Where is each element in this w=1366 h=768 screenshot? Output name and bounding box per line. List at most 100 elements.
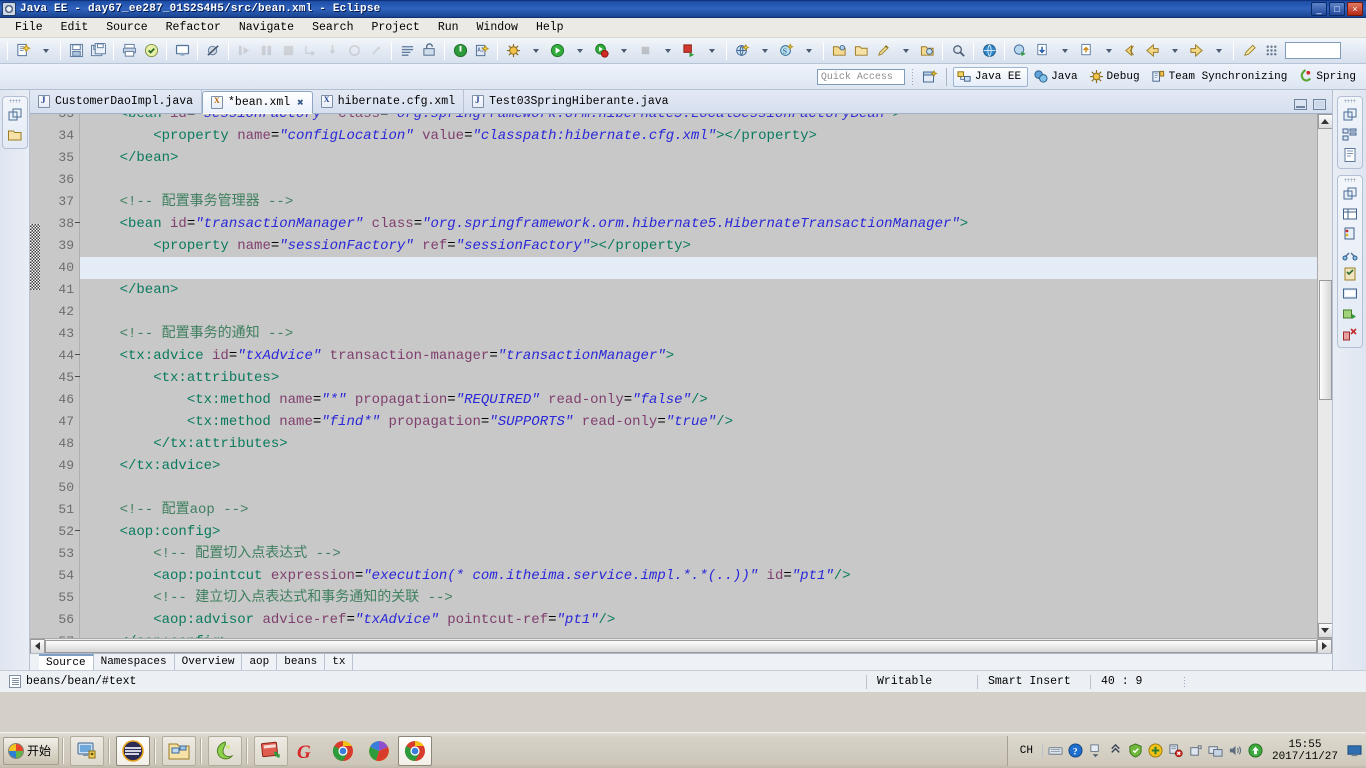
new-spring-dropdown[interactable] (798, 41, 818, 61)
back-dropdown[interactable] (1164, 41, 1184, 61)
taskbar-app-chrome-2[interactable] (398, 735, 433, 766)
run-server-button[interactable] (450, 41, 470, 61)
editor-horizontal-scrollbar[interactable] (30, 638, 1332, 654)
ime-indicator[interactable]: CH (1016, 745, 1037, 757)
taskbar-clock[interactable]: 15:55 2017/11/27 (1268, 739, 1342, 763)
code-line[interactable]: <!-- 配置切入点表达式 --> (86, 543, 1317, 565)
code-line[interactable]: <tx:method name="find*" propagation="SUP… (86, 411, 1317, 433)
code-line[interactable]: <!-- 配置事务的通知 --> (86, 323, 1317, 345)
right-minimized-stack-bottom[interactable] (1336, 175, 1363, 348)
drop-to-frame-button[interactable] (344, 41, 364, 61)
code-line[interactable]: <tx:attributes> (86, 367, 1317, 389)
stack-grip[interactable] (8, 99, 21, 103)
code-line[interactable]: <property name="sessionFactory" ref="ses… (86, 235, 1317, 257)
run-button[interactable] (547, 41, 567, 61)
search-button[interactable] (948, 41, 968, 61)
perspective-java[interactable]: Java (1030, 67, 1083, 87)
tab-close-icon[interactable]: ✖ (297, 96, 304, 110)
right-minimized-stack-top[interactable] (1336, 96, 1363, 169)
code-line[interactable] (80, 257, 1317, 279)
import-dropdown[interactable] (1054, 41, 1074, 61)
code-line[interactable]: <aop:config> (86, 521, 1317, 543)
security-shield-icon[interactable] (1128, 743, 1143, 758)
menu-help[interactable]: Help (527, 20, 573, 35)
terminate-dropdown[interactable] (657, 41, 677, 61)
menu-navigate[interactable]: Navigate (230, 20, 303, 35)
scroll-right-button[interactable] (1317, 638, 1332, 654)
project-explorer-icon[interactable] (7, 127, 23, 143)
new-java-class-button[interactable]: AJ (472, 41, 492, 61)
servers-icon[interactable] (1342, 226, 1358, 242)
publish-dropdown[interactable] (701, 41, 721, 61)
new-web-dropdown[interactable] (754, 41, 774, 61)
export-dropdown[interactable] (1098, 41, 1118, 61)
restore-icon[interactable] (1342, 186, 1358, 202)
menu-refactor[interactable]: Refactor (157, 20, 230, 35)
editor-vertical-scrollbar[interactable] (1317, 114, 1332, 638)
run-last-tool-button[interactable] (1010, 41, 1030, 61)
stack-grip[interactable] (1343, 178, 1356, 182)
updates-icon[interactable] (1248, 743, 1263, 758)
hscroll-thumb[interactable] (45, 639, 1317, 653)
code-line[interactable]: <aop:pointcut expression="execution(* co… (86, 565, 1317, 587)
code-line[interactable]: <bean id="sessionFactory" class="org.spr… (86, 114, 1317, 125)
new-wizard-button[interactable] (13, 41, 33, 61)
page-tab-aop[interactable]: aop (242, 654, 278, 670)
open-web-browser-button[interactable] (979, 41, 999, 61)
format-brush-button[interactable] (1239, 41, 1259, 61)
terminate-button[interactable] (635, 41, 655, 61)
console-button[interactable] (172, 41, 192, 61)
keyboard-icon[interactable] (1048, 743, 1063, 758)
pause-button[interactable] (256, 41, 276, 61)
left-minimized-stack[interactable] (1, 96, 28, 149)
menu-project[interactable]: Project (363, 20, 429, 35)
perspective-debug[interactable]: Debug (1086, 67, 1146, 87)
volume-icon[interactable] (1228, 743, 1243, 758)
page-tab-source[interactable]: Source (39, 654, 94, 670)
taskbar-app-notepad[interactable] (254, 735, 289, 766)
forward-button[interactable] (1186, 41, 1206, 61)
taskbar-app-tomcat[interactable] (208, 735, 243, 766)
toolbar-drag-handle[interactable] (910, 67, 914, 86)
edit-pencil-button[interactable] (873, 41, 893, 61)
code-line[interactable]: </bean> (86, 147, 1317, 169)
menu-run[interactable]: Run (429, 20, 468, 35)
open-resource-button[interactable] (829, 41, 849, 61)
scroll-up-button[interactable] (1317, 114, 1332, 129)
maximize-button[interactable]: □ (1329, 2, 1345, 16)
open-folder-button[interactable] (851, 41, 871, 61)
toolbar-combo[interactable] (1283, 41, 1343, 61)
code-line[interactable]: <aop:advisor advice-ref="txAdvice" point… (86, 609, 1317, 631)
run-as-server-button[interactable] (591, 41, 611, 61)
code-line[interactable]: <!-- 建立切入点表达式和事务通知的关联 --> (86, 587, 1317, 609)
page-tab-overview[interactable]: Overview (175, 654, 243, 670)
code-line[interactable]: <tx:method name="*" propagation="REQUIRE… (86, 389, 1317, 411)
export-button[interactable] (1076, 41, 1096, 61)
editor-tab-bean-xml[interactable]: *bean.xml ✖ (202, 91, 313, 114)
network-icon[interactable] (1208, 743, 1223, 758)
save-all-button[interactable] (88, 41, 108, 61)
new-wizard-dropdown[interactable] (35, 41, 55, 61)
back-history-button[interactable] (1120, 41, 1140, 61)
quick-access-input[interactable]: Quick Access (816, 68, 905, 85)
code-line[interactable]: <!-- 配置aop --> (86, 499, 1317, 521)
new-spring-bean-button[interactable]: S (776, 41, 796, 61)
back-button[interactable] (1142, 41, 1162, 61)
data-source-icon[interactable] (1342, 306, 1358, 322)
menu-edit[interactable]: Edit (52, 20, 98, 35)
code-line[interactable] (86, 169, 1317, 191)
code-line[interactable]: </tx:advice> (86, 455, 1317, 477)
step-into-button[interactable] (300, 41, 320, 61)
source-editor[interactable]: 33 34 35 36 37 38 39 40 41 42 43 4445 46 47 48 49 50 51 52… (30, 114, 1332, 638)
run-as-server-dropdown[interactable] (613, 41, 633, 61)
taskbar-app-remote-desktop[interactable] (70, 735, 105, 766)
scroll-left-button[interactable] (30, 638, 45, 654)
menu-search[interactable]: Search (303, 20, 362, 35)
help-icon[interactable]: ? (1068, 743, 1083, 758)
ime-options-icon[interactable] (1088, 743, 1103, 758)
page-tab-tx[interactable]: tx (325, 654, 354, 670)
publish-button[interactable] (679, 41, 699, 61)
external-tools-button[interactable] (419, 41, 439, 61)
code-line[interactable] (86, 477, 1317, 499)
code-text[interactable]: <bean id="sessionFactory" class="org.spr… (80, 114, 1317, 638)
